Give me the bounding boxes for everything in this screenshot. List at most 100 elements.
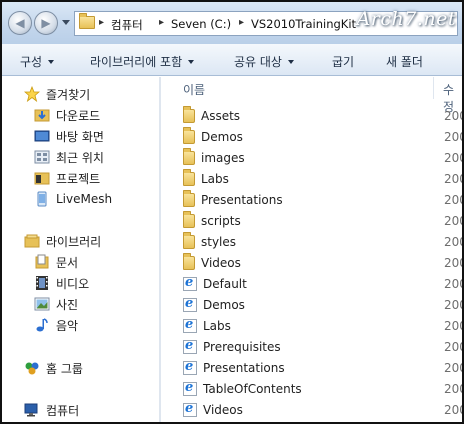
livemesh-label: LiveMesh xyxy=(56,192,113,206)
computer-icon xyxy=(24,402,40,418)
video-icon xyxy=(34,275,50,291)
breadcrumb-drive[interactable]: Seven (C:) xyxy=(171,17,231,31)
html-file-icon xyxy=(183,359,197,375)
nav-favorites[interactable]: 즐겨찾기 xyxy=(23,84,91,104)
breadcrumb-separator[interactable]: ▸ xyxy=(239,17,244,28)
list-item[interactable]: Default 200 xyxy=(183,274,462,294)
list-item[interactable]: TableOfContents 200 xyxy=(183,379,462,399)
organize-label: 구성 xyxy=(20,55,43,69)
nav-recent-places[interactable]: 최근 위치 xyxy=(34,147,104,167)
item-date: 200 xyxy=(444,193,462,207)
desktop-icon xyxy=(34,128,50,144)
recent-places-label: 최근 위치 xyxy=(56,150,104,165)
nav-downloads[interactable]: 다운로드 xyxy=(34,105,100,125)
list-item[interactable]: Demos 200 xyxy=(183,295,462,315)
livemesh-icon xyxy=(34,191,50,207)
nav-desktop[interactable]: 바탕 화면 xyxy=(34,126,104,146)
nav-pictures[interactable]: 사진 xyxy=(34,294,78,314)
chevron-down-icon xyxy=(48,60,55,64)
breadcrumb-separator[interactable]: ▸ xyxy=(159,17,164,28)
list-item[interactable]: images 200 xyxy=(183,148,462,168)
homegroup-label: 홈 그룹 xyxy=(46,361,83,376)
item-name: Labs xyxy=(203,319,231,333)
back-arrow-icon: ◀ xyxy=(15,16,25,30)
watermark-logo: Arch7.net xyxy=(356,8,456,30)
command-bar: 구성 라이브러리에 포함 공유 대상 굽기 새 폴더 xyxy=(2,44,462,76)
folder-icon xyxy=(183,127,195,144)
item-name: Assets xyxy=(201,109,241,123)
music-label: 음악 xyxy=(56,318,79,333)
column-divider[interactable] xyxy=(433,77,434,99)
folder-icon xyxy=(183,253,195,270)
folder-icon xyxy=(183,148,195,165)
nav-homegroup[interactable]: 홈 그룹 xyxy=(24,358,83,378)
breadcrumb-current-folder[interactable]: VS2010TrainingKit xyxy=(251,17,356,31)
list-item[interactable]: Labs 200 xyxy=(183,169,462,189)
html-file-icon xyxy=(183,317,197,333)
breadcrumb-separator[interactable]: ▸ xyxy=(99,17,104,28)
item-date: 200 xyxy=(444,109,462,123)
list-item[interactable]: Prerequisites 200 xyxy=(183,337,462,357)
include-in-library-label: 라이브러리에 포함 xyxy=(90,55,183,69)
item-date: 200 xyxy=(444,361,462,375)
projects-label: 프로젝트 xyxy=(56,171,101,186)
item-name: TableOfContents xyxy=(203,382,302,396)
organize-button[interactable]: 구성 xyxy=(20,53,55,70)
address-bar-area: ◀ ▶ ▸ 컴퓨터 ▸ Seven (C:) ▸ VS2010TrainingK… xyxy=(2,2,462,44)
item-date: 200 xyxy=(444,172,462,186)
html-file-icon xyxy=(183,380,197,396)
item-name: Labs xyxy=(201,172,229,186)
item-date: 200 xyxy=(444,403,462,417)
folder-icon xyxy=(34,170,50,186)
item-name: Videos xyxy=(201,256,241,270)
item-name: Demos xyxy=(201,130,243,144)
nav-documents[interactable]: 문서 xyxy=(34,252,78,272)
pictures-label: 사진 xyxy=(56,297,79,312)
share-with-button[interactable]: 공유 대상 xyxy=(234,53,294,70)
html-file-icon xyxy=(183,296,197,312)
item-name: Default xyxy=(203,277,247,291)
list-item[interactable]: Videos 200 xyxy=(183,400,462,420)
list-item[interactable]: Assets 200 xyxy=(183,106,462,126)
address-folder-icon xyxy=(79,13,95,29)
folder-icon xyxy=(183,106,195,123)
forward-button[interactable]: ▶ xyxy=(34,11,58,35)
include-in-library-button[interactable]: 라이브러리에 포함 xyxy=(90,53,195,70)
list-item[interactable]: styles 200 xyxy=(183,232,462,252)
nav-livemesh[interactable]: LiveMesh xyxy=(34,189,112,209)
recent-pages-dropdown-icon[interactable] xyxy=(62,20,70,25)
explorer-window: ◀ ▶ ▸ 컴퓨터 ▸ Seven (C:) ▸ VS2010TrainingK… xyxy=(0,0,464,424)
breadcrumb-computer[interactable]: 컴퓨터 xyxy=(111,17,143,33)
item-date: 200 xyxy=(444,382,462,396)
folder-icon xyxy=(183,190,195,207)
nav-videos[interactable]: 비디오 xyxy=(34,273,89,293)
new-folder-button[interactable]: 새 폴더 xyxy=(386,53,423,70)
item-date: 200 xyxy=(444,151,462,165)
item-name: Presentations xyxy=(201,193,283,207)
pictures-icon xyxy=(34,296,50,312)
folder-icon xyxy=(183,169,195,186)
favorites-label: 즐겨찾기 xyxy=(46,87,91,102)
html-file-icon xyxy=(183,275,197,291)
nav-computer[interactable]: 컴퓨터 xyxy=(24,400,79,420)
item-name: images xyxy=(201,151,245,165)
item-date: 200 xyxy=(444,277,462,291)
column-header-name[interactable]: 이름 xyxy=(183,81,205,98)
item-name: Presentations xyxy=(203,361,285,375)
navigation-pane: 즐겨찾기 다운로드 바탕 화면 최근 위치 프로젝트 LiveMesh 라이브러… xyxy=(2,77,159,422)
item-name: Videos xyxy=(203,403,243,417)
burn-button[interactable]: 굽기 xyxy=(332,53,354,70)
list-item[interactable]: Presentations 200 xyxy=(183,358,462,378)
desktop-label: 바탕 화면 xyxy=(56,129,104,144)
list-item[interactable]: Demos 200 xyxy=(183,127,462,147)
nav-libraries[interactable]: 라이브러리 xyxy=(24,231,101,251)
list-item[interactable]: scripts 200 xyxy=(183,211,462,231)
list-item[interactable]: Presentations 200 xyxy=(183,190,462,210)
nav-music[interactable]: 음악 xyxy=(34,315,78,335)
list-item[interactable]: Labs 200 xyxy=(183,316,462,336)
back-button[interactable]: ◀ xyxy=(8,11,32,35)
nav-projects[interactable]: 프로젝트 xyxy=(34,168,100,188)
item-name: scripts xyxy=(201,214,241,228)
music-icon xyxy=(34,317,50,333)
list-item[interactable]: Videos 200 xyxy=(183,253,462,273)
